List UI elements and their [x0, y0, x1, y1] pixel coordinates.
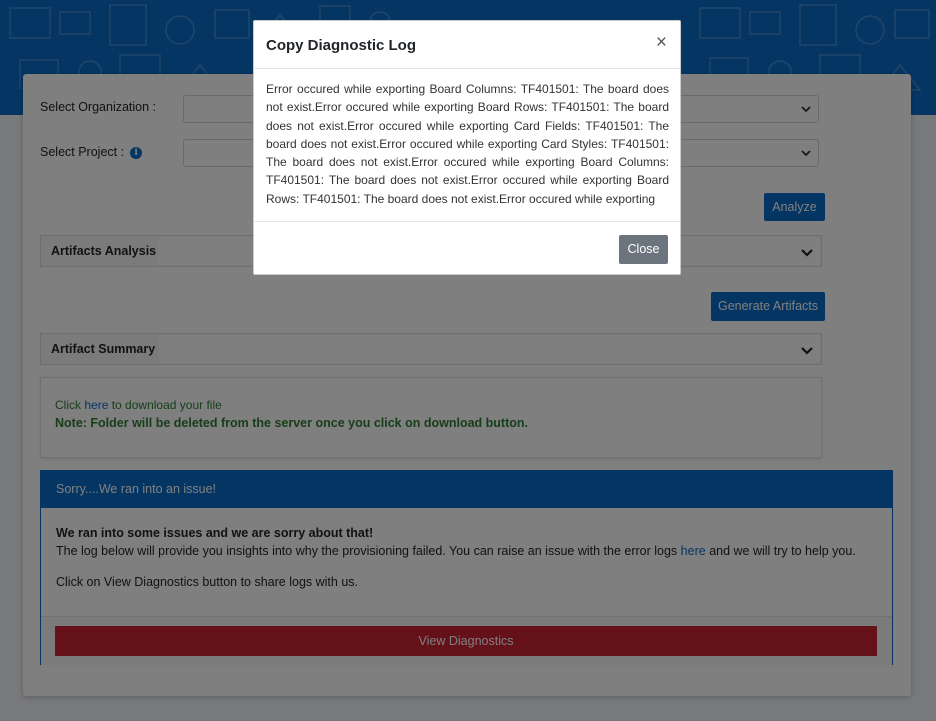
close-button[interactable]: Close [619, 235, 668, 264]
modal-footer: Close [254, 221, 680, 275]
modal-header: Copy Diagnostic Log × [254, 21, 680, 69]
diagnostic-log-text: Error occured while exporting Board Colu… [266, 82, 669, 206]
diagnostic-log-modal: Copy Diagnostic Log × Error occured whil… [253, 20, 681, 275]
close-icon[interactable]: × [656, 33, 667, 52]
modal-title: Copy Diagnostic Log [266, 37, 416, 54]
